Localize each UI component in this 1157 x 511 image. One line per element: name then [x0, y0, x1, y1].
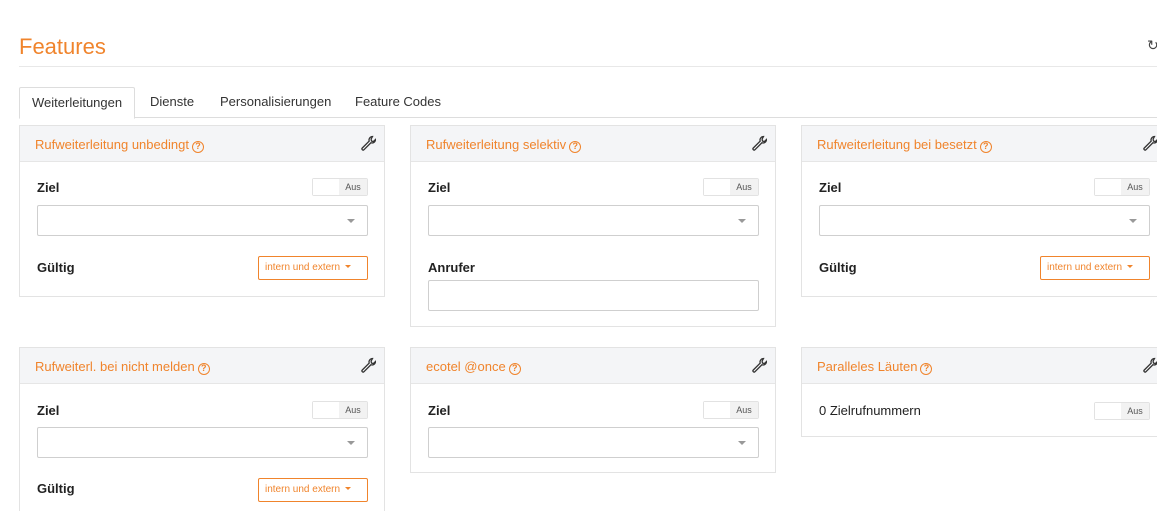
tab-bar: Weiterleitungen Dienste Personalisierung…: [19, 87, 1157, 119]
toggle-state: Aus: [1121, 179, 1149, 195]
card-title: Rufweiterl. bei nicht melden?: [35, 359, 210, 375]
caret-down-icon: [345, 487, 352, 490]
ziel-select[interactable]: [37, 427, 368, 458]
ziel-select[interactable]: [37, 205, 368, 236]
gueltig-dropdown[interactable]: intern und extern: [258, 478, 368, 502]
toggle-state: Aus: [730, 179, 758, 195]
gueltig-label: Gültig: [819, 260, 857, 275]
card-header: Rufweiterleitung bei besetzt?: [802, 126, 1157, 162]
help-icon[interactable]: ?: [197, 363, 210, 375]
gueltig-label: Gültig: [37, 481, 75, 496]
card-title: ecotel @once?: [426, 359, 521, 375]
toggle-state: Aus: [1121, 403, 1149, 419]
ziel-toggle[interactable]: Aus: [703, 401, 759, 419]
card-header: Paralleles Läuten?: [802, 348, 1157, 384]
card-header: ecotel @once?: [411, 348, 775, 384]
card-rufweiterleitung-nicht-melden: Rufweiterl. bei nicht melden? Ziel Aus G…: [19, 347, 385, 511]
ziel-toggle[interactable]: Aus: [312, 401, 368, 419]
tab-personalisierungen[interactable]: Personalisierungen: [220, 87, 331, 118]
paralleles-laeuten-toggle[interactable]: Aus: [1094, 402, 1150, 420]
ziel-label: Ziel: [428, 403, 451, 418]
card-title: Paralleles Läuten?: [817, 359, 933, 375]
toggle-state: Aus: [730, 402, 758, 418]
help-icon[interactable]: ?: [920, 363, 933, 375]
wrench-icon[interactable]: [1142, 135, 1157, 151]
wrench-icon[interactable]: [751, 135, 767, 151]
wrench-icon[interactable]: [1142, 357, 1157, 373]
ziel-label: Ziel: [37, 180, 60, 195]
help-icon[interactable]: ?: [191, 141, 204, 153]
ziel-label: Ziel: [37, 403, 60, 418]
chevron-down-icon: [347, 219, 355, 223]
help-icon[interactable]: ?: [569, 141, 582, 153]
caret-down-icon: [1127, 265, 1134, 268]
title-divider: [19, 66, 1157, 67]
chevron-down-icon: [738, 219, 746, 223]
page-title: Features: [19, 34, 106, 59]
chevron-down-icon: [1129, 219, 1137, 223]
chevron-down-icon: [738, 441, 746, 445]
card-rufweiterleitung-selektiv: Rufweiterleitung selektiv? Ziel Aus Anru…: [410, 125, 776, 327]
ziel-select[interactable]: [819, 205, 1150, 236]
ziel-select[interactable]: [428, 427, 759, 458]
help-icon[interactable]: ?: [979, 141, 992, 153]
wrench-icon[interactable]: [360, 357, 376, 373]
anrufer-label: Anrufer: [428, 260, 475, 275]
tab-weiterleitungen[interactable]: Weiterleitungen: [19, 87, 136, 119]
card-rufweiterleitung-besetzt: Rufweiterleitung bei besetzt? Ziel Aus G…: [801, 125, 1157, 297]
ziel-toggle[interactable]: Aus: [1094, 178, 1150, 196]
card-header: Rufweiterl. bei nicht melden?: [20, 348, 384, 384]
gueltig-dropdown[interactable]: intern und extern: [258, 256, 368, 280]
wrench-icon[interactable]: [751, 357, 767, 373]
gueltig-dropdown[interactable]: intern und extern: [1040, 256, 1150, 280]
tab-dienste[interactable]: Dienste: [150, 87, 194, 118]
ziel-toggle[interactable]: Aus: [703, 178, 759, 196]
card-title: Rufweiterleitung selektiv?: [426, 137, 582, 153]
gueltig-label: Gültig: [37, 260, 75, 275]
chevron-down-icon: [347, 441, 355, 445]
ziel-label: Ziel: [819, 180, 842, 195]
toggle-state: Aus: [339, 402, 367, 418]
anrufer-input[interactable]: [428, 280, 759, 311]
card-header: Rufweiterleitung unbedingt?: [20, 126, 384, 162]
wrench-icon[interactable]: [360, 135, 376, 151]
caret-down-icon: [345, 265, 352, 268]
card-rufweiterleitung-unbedingt: Rufweiterleitung unbedingt? Ziel Aus Gül…: [19, 125, 385, 297]
ziel-select[interactable]: [428, 205, 759, 236]
card-paralleles-laeuten: Paralleles Läuten? 0 Zielrufnummern Aus: [801, 347, 1157, 437]
help-icon[interactable]: ?: [508, 363, 521, 375]
card-title: Rufweiterleitung bei besetzt?: [817, 137, 992, 153]
refresh-icon[interactable]: ↻: [1147, 37, 1157, 54]
toggle-state: Aus: [339, 179, 367, 195]
card-ecotel-once: ecotel @once? Ziel Aus: [410, 347, 776, 473]
tab-feature-codes[interactable]: Feature Codes: [355, 87, 441, 118]
card-title: Rufweiterleitung unbedingt?: [35, 137, 204, 153]
card-header: Rufweiterleitung selektiv?: [411, 126, 775, 162]
zielrufnummern-count: 0 Zielrufnummern: [819, 403, 921, 418]
ziel-label: Ziel: [428, 180, 451, 195]
ziel-toggle[interactable]: Aus: [312, 178, 368, 196]
